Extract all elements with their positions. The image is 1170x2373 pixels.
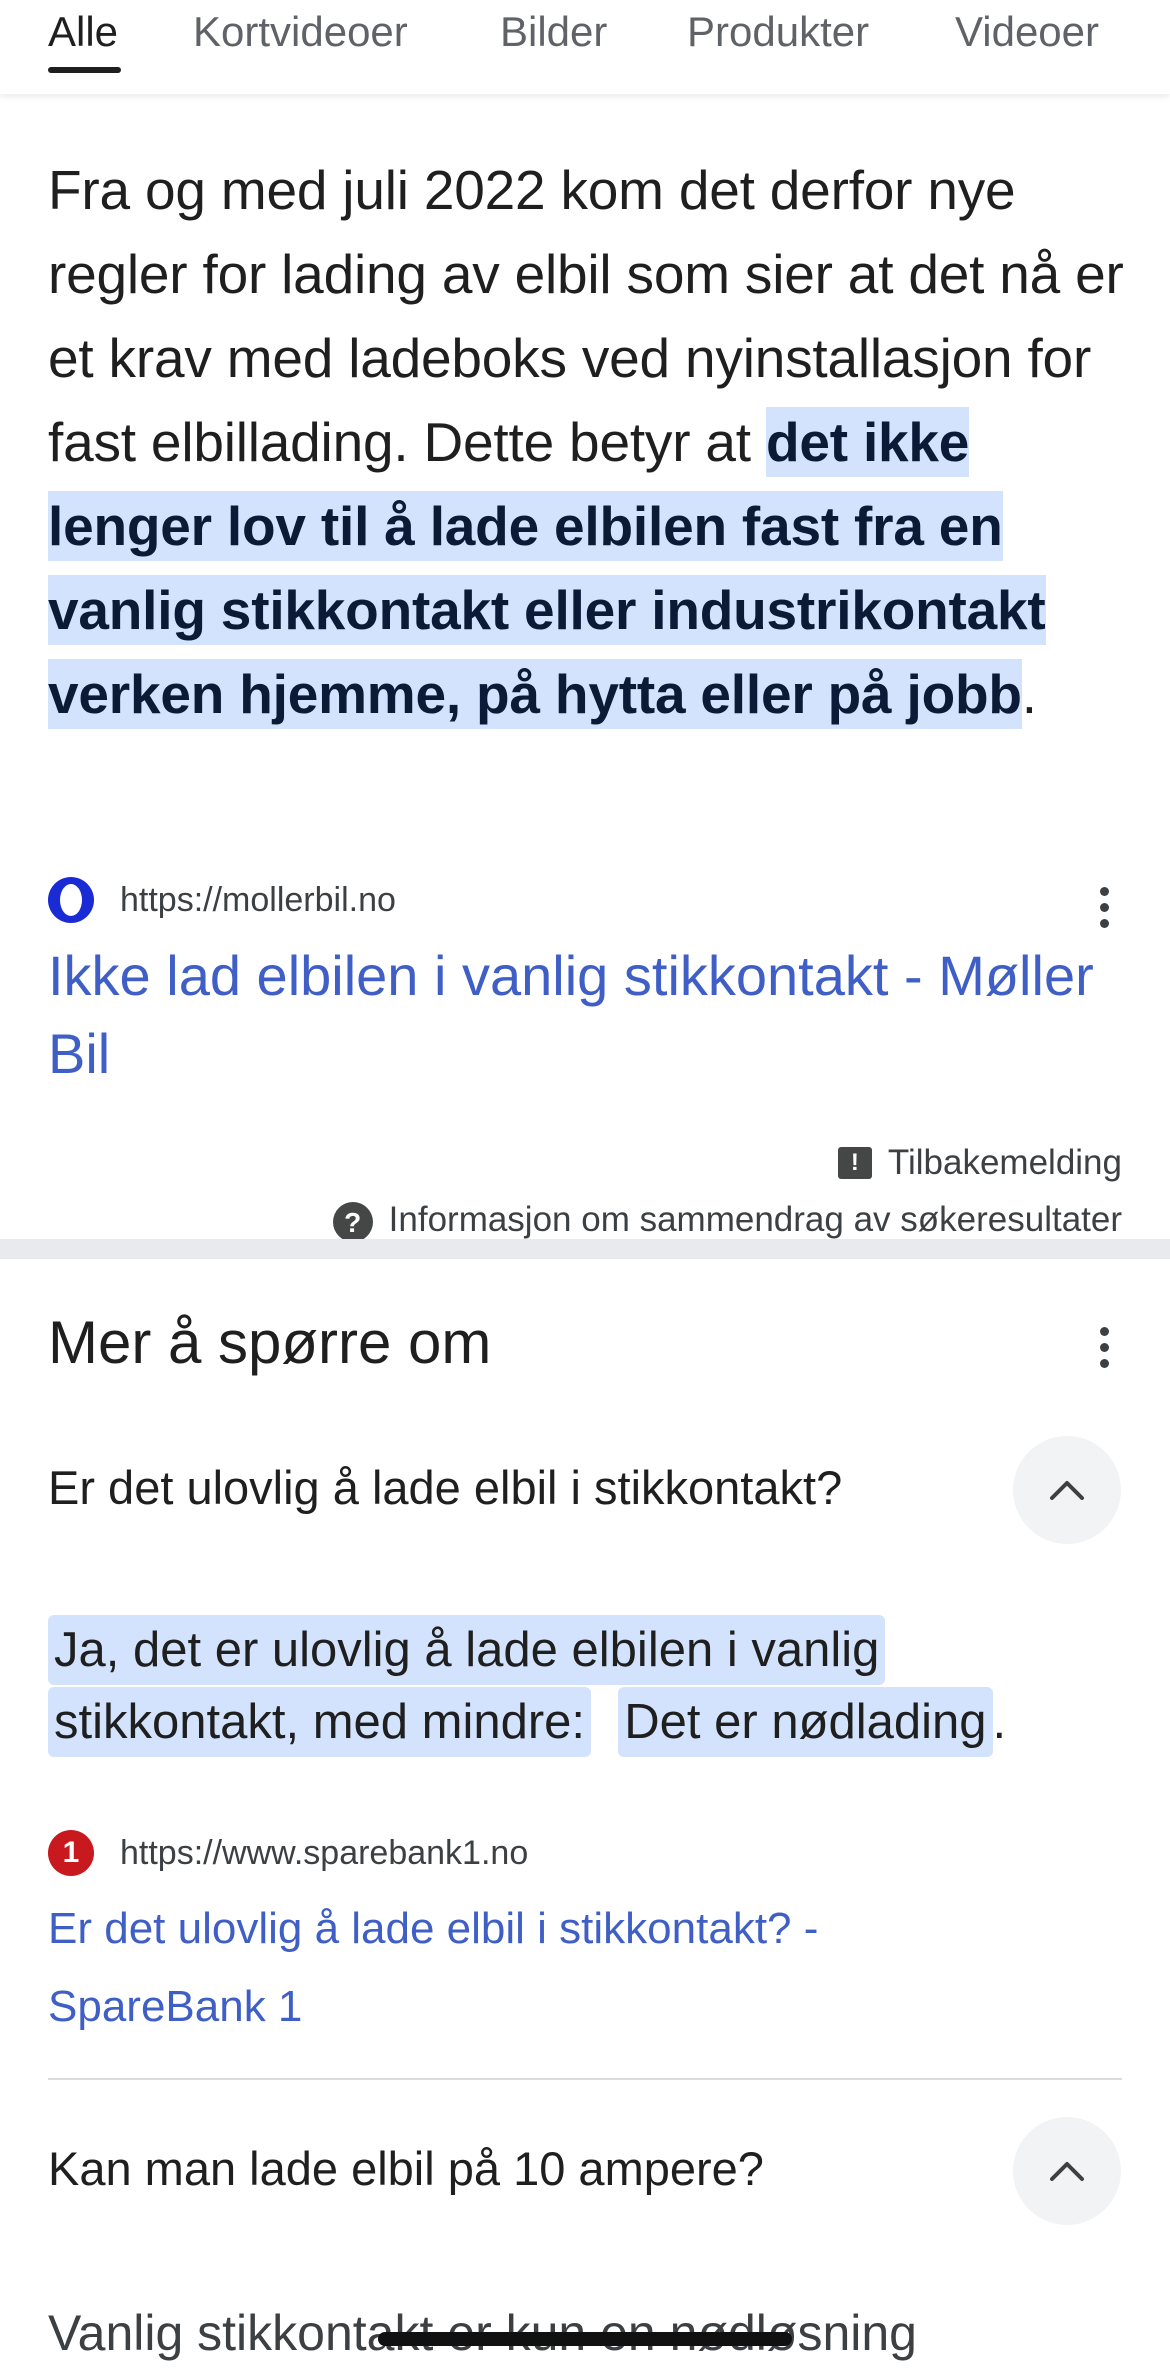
question-divider xyxy=(48,2078,1122,2080)
chevron-up-icon xyxy=(1050,2162,1084,2181)
tab-bilder[interactable]: Bilder xyxy=(500,8,607,56)
paa-collapse-button-2[interactable] xyxy=(1013,2117,1121,2225)
tab-alle[interactable]: Alle xyxy=(48,8,118,56)
paa-question-2[interactable]: Kan man lade elbil på 10 ampere? xyxy=(48,2141,764,2196)
mollerbil-favicon-icon xyxy=(48,877,94,923)
answer-highlight-2: Det er nødlading xyxy=(618,1687,993,1757)
paa-source-link-1[interactable]: Er det ulovlig å lade elbil i stikkontak… xyxy=(48,1890,1048,2046)
active-tab-indicator xyxy=(48,67,121,73)
paa-source-1[interactable]: 1 https://www.sparebank1.no xyxy=(48,1830,528,1876)
more-vert-icon[interactable] xyxy=(1090,883,1120,933)
overview-source-link[interactable]: Ikke lad elbilen i vanlig stikkontakt - … xyxy=(48,937,1108,1093)
feedback-button[interactable]: ! Tilbakemelding xyxy=(837,1143,1122,1183)
help-icon: ? xyxy=(332,1202,373,1240)
tab-kortvideoer[interactable]: Kortvideoer xyxy=(193,8,408,56)
sparebank1-favicon-icon: 1 xyxy=(48,1830,94,1876)
overview-source[interactable]: https://mollerbil.no xyxy=(48,877,396,923)
section-divider xyxy=(0,1239,1170,1259)
source-url: https://mollerbil.no xyxy=(120,880,396,919)
paa-collapse-button-1[interactable] xyxy=(1013,1436,1121,1544)
feedback-label: Tilbakemelding xyxy=(887,1143,1122,1182)
tab-produkter[interactable]: Produkter xyxy=(687,8,869,56)
search-tabs: Alle Kortvideoer Bilder Produkter Videoe… xyxy=(0,0,1170,94)
overview-text-after: . xyxy=(1021,663,1037,725)
ai-overview-text: Fra og med juli 2022 kom det derfor nye … xyxy=(48,148,1128,736)
paa-source-url: https://www.sparebank1.no xyxy=(120,1833,529,1872)
info-label: Informasjon om sammendrag av søkeresulta… xyxy=(388,1200,1122,1239)
feedback-icon: ! xyxy=(837,1147,872,1179)
answer-tail: . xyxy=(992,1695,1007,1749)
tab-videoer[interactable]: Videoer xyxy=(955,8,1099,56)
chevron-up-icon xyxy=(1050,1481,1084,1500)
overview-info-link[interactable]: ? Informasjon om sammendrag av søkeresul… xyxy=(332,1200,1122,1240)
home-indicator[interactable] xyxy=(378,2332,792,2346)
paa-more-vert-icon[interactable] xyxy=(1090,1323,1120,1373)
paa-question-1[interactable]: Er det ulovlig å lade elbil i stikkontak… xyxy=(48,1460,842,1515)
paa-title: Mer å spørre om xyxy=(48,1309,492,1376)
paa-answer-1: Ja, det er ulovlig å lade elbilen i vanl… xyxy=(48,1614,1128,1758)
